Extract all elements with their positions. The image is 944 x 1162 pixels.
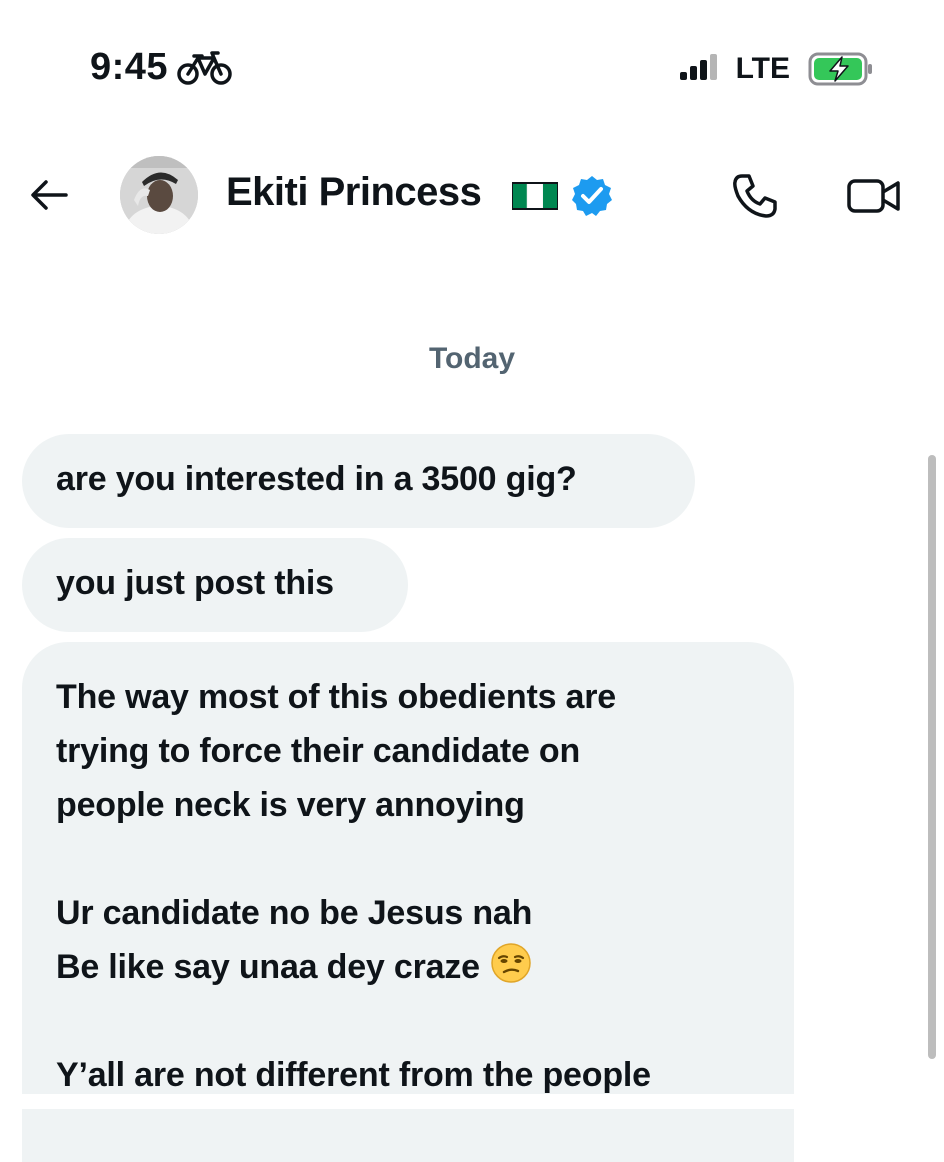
battery-charging-icon <box>808 52 872 86</box>
message-bubble[interactable]: are you interested in a 3500 gig? <box>22 434 695 528</box>
bottom-edge <box>0 1094 944 1109</box>
status-bar: 9:45 LTE <box>0 0 944 140</box>
contact-avatar[interactable] <box>120 156 198 234</box>
status-time: 9:45 <box>90 46 169 88</box>
message-bubble[interactable]: The way most of this obedients are tryin… <box>22 642 794 1162</box>
video-call-icon[interactable] <box>846 176 902 216</box>
status-right-group: LTE <box>678 52 874 86</box>
message-line: trying to force their candidate on <box>56 732 581 770</box>
message-line: Be like say unaa dey craze <box>56 948 480 986</box>
scrollbar[interactable] <box>928 455 936 1059</box>
message-text: are you interested in a 3500 gig? <box>56 460 577 498</box>
date-separator: Today <box>428 342 516 375</box>
contact-name[interactable]: Ekiti Princess <box>226 170 482 215</box>
nigeria-flag-icon <box>512 182 558 210</box>
back-arrow-icon[interactable] <box>28 174 70 216</box>
conversation-header: Ekiti Princess <box>0 150 944 240</box>
phone-call-icon[interactable] <box>730 172 778 220</box>
message-line: The way most of this obedients are <box>56 678 616 716</box>
message-text: you just post this <box>56 564 334 602</box>
avatar-photo-icon <box>120 156 198 234</box>
message-line: people neck is very annoying <box>56 786 525 824</box>
unamused-face-icon <box>491 943 531 983</box>
verified-badge-icon <box>572 176 612 216</box>
message-bubble[interactable]: you just post this <box>22 538 408 632</box>
signal-icon <box>679 54 717 80</box>
network-label: LTE <box>735 52 790 85</box>
status-time-group: 9:45 <box>90 46 234 89</box>
message-line-with-emoji: Be like say unaa dey craze <box>56 940 760 994</box>
message-line: Ur candidate no be Jesus nah <box>56 894 533 932</box>
bike-icon <box>177 50 232 85</box>
